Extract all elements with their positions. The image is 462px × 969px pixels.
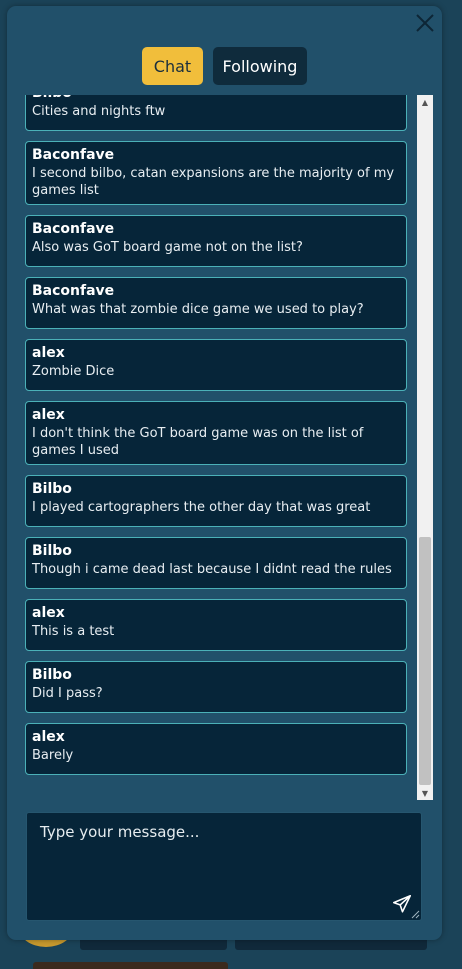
scrollbar[interactable]: ▲ ▼ xyxy=(417,95,433,800)
message-author: Baconfave xyxy=(32,221,115,237)
message-author: alex xyxy=(32,729,65,745)
message-text: Barely xyxy=(32,748,74,763)
chat-message: BilboCities and nights ftw xyxy=(25,95,407,131)
chat-message: alex Barely xyxy=(25,723,407,775)
message-text: Did I pass? xyxy=(32,686,103,701)
send-icon xyxy=(392,894,412,913)
scrollbar-thumb[interactable] xyxy=(419,537,431,785)
chat-message: Bilbo I played cartographers the other da… xyxy=(25,475,407,527)
message-author: alex xyxy=(32,345,65,361)
message-text: Though i came dead last because I didnt … xyxy=(32,562,392,577)
message-text: I don't think the GoT board game was on … xyxy=(32,426,364,458)
tab-following[interactable]: Following xyxy=(213,47,307,85)
message-input[interactable]: Type your message... xyxy=(26,812,422,921)
send-button[interactable] xyxy=(391,893,413,915)
message-author: Bilbo xyxy=(32,95,400,103)
scroll-up-icon[interactable]: ▲ xyxy=(417,95,433,109)
chat-message: alex I don't think the GoT board game was… xyxy=(25,401,407,465)
message-text: Also was GoT board game not on the list? xyxy=(32,240,303,255)
message-text: I played cartographers the other day tha… xyxy=(32,500,371,515)
background-card xyxy=(33,962,228,969)
tab-bar: Chat Following xyxy=(142,47,307,85)
message-author: Baconfave xyxy=(32,147,115,163)
chat-message: alex Zombie Dice xyxy=(25,339,407,391)
message-author: alex xyxy=(32,605,65,621)
message-author: Bilbo xyxy=(32,481,72,497)
message-text: This is a test xyxy=(32,624,115,639)
close-button[interactable] xyxy=(410,8,440,38)
close-icon xyxy=(416,14,434,32)
chat-message: Baconfave I second bilbo, catan expansion… xyxy=(25,141,407,205)
message-text: I second bilbo, catan expansions are the… xyxy=(32,166,395,198)
message-text: What was that zombie dice game we used t… xyxy=(32,302,364,317)
resize-handle-icon[interactable] xyxy=(411,910,420,919)
chat-message: Bilbo Though i came dead last because I d… xyxy=(25,537,407,589)
chat-message: Bilbo Did I pass? xyxy=(25,661,407,713)
message-text: Zombie Dice xyxy=(32,364,115,379)
chat-message: alex This is a test xyxy=(25,599,407,651)
scroll-down-icon[interactable]: ▼ xyxy=(417,786,433,800)
message-author: Bilbo xyxy=(32,543,72,559)
message-list[interactable]: BilboCities and nights ftwBaconfaveI sec… xyxy=(20,95,415,800)
message-input-placeholder: Type your message... xyxy=(40,823,200,841)
message-author: Baconfave xyxy=(32,283,115,299)
message-text: Cities and nights ftw xyxy=(32,104,166,119)
chat-message: Baconfave What was that zombie dice game … xyxy=(25,277,407,329)
message-author: Bilbo xyxy=(32,667,72,683)
messages-container: BilboCities and nights ftwBaconfaveI sec… xyxy=(25,95,407,785)
tab-chat[interactable]: Chat xyxy=(142,47,203,85)
chat-message: Baconfave Also was GoT board game not on … xyxy=(25,215,407,267)
message-author: alex xyxy=(32,407,65,423)
